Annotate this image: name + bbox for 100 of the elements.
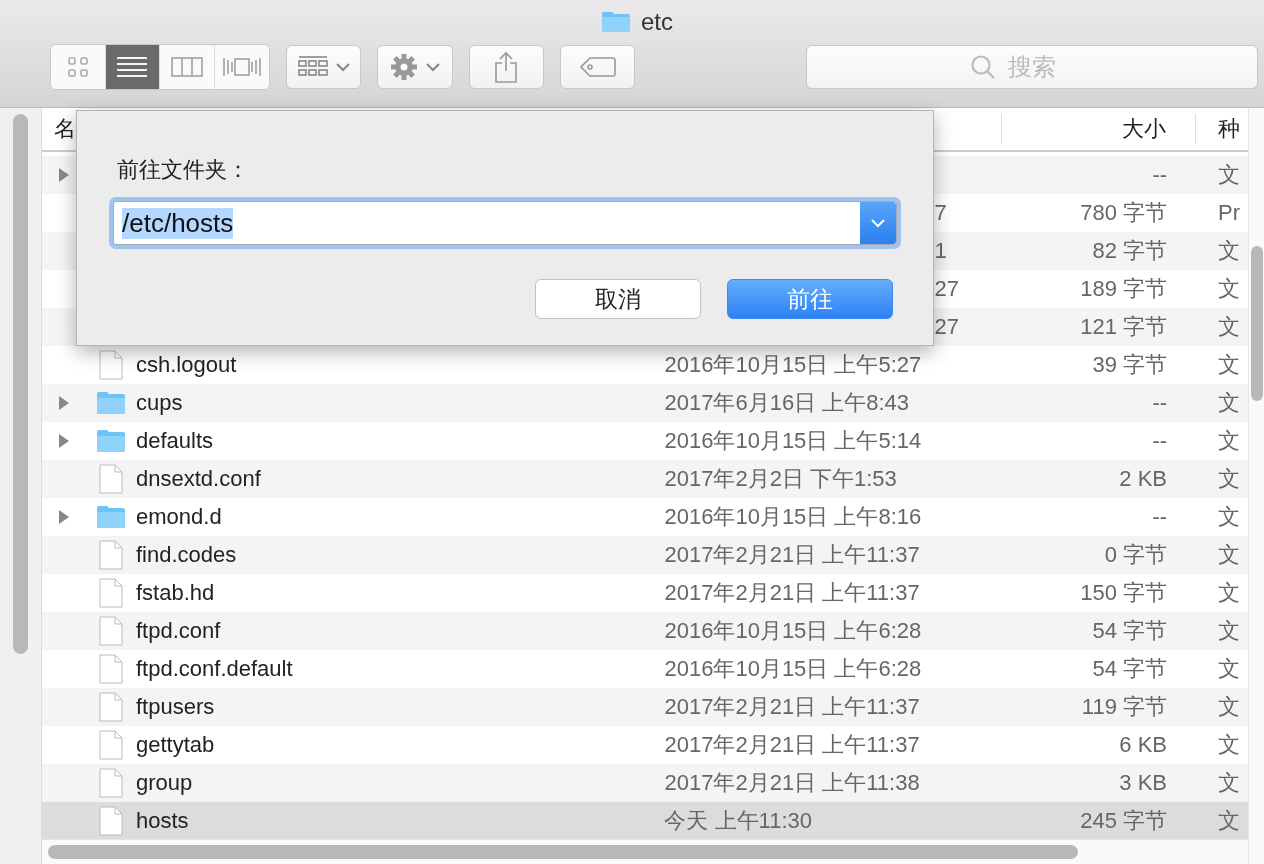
file-name: ftpd.conf.default bbox=[136, 656, 293, 682]
file-kind: 文 bbox=[1218, 807, 1241, 835]
disclosure-triangle-icon[interactable] bbox=[58, 167, 70, 183]
file-kind: 文 bbox=[1218, 769, 1241, 797]
columns-icon bbox=[170, 56, 203, 78]
file-kind: Pr bbox=[1218, 200, 1241, 226]
file-kind: 文 bbox=[1218, 541, 1241, 569]
file-row[interactable]: find.codes 2017年2月21日 上午11:37 0 字节 文 bbox=[42, 536, 1248, 574]
file-size: 54 字节 bbox=[1092, 655, 1168, 683]
document-icon bbox=[96, 578, 126, 608]
file-size: 39 字节 bbox=[1092, 351, 1168, 379]
file-size: 6 KB bbox=[1119, 732, 1168, 758]
file-size: 2 KB bbox=[1119, 466, 1168, 492]
gear-icon bbox=[390, 53, 418, 81]
file-name: ftpd.conf bbox=[136, 618, 221, 644]
file-row[interactable]: ftpd.conf.default 2016年10月15日 上午6:28 54 字节 文 bbox=[42, 650, 1248, 688]
document-icon bbox=[96, 540, 126, 570]
document-icon bbox=[96, 464, 126, 494]
scrollbar-thumb[interactable] bbox=[48, 845, 1078, 859]
file-kind: 文 bbox=[1218, 389, 1241, 417]
file-name: gettytab bbox=[136, 732, 215, 758]
file-name: fstab.hd bbox=[136, 580, 215, 606]
caret-icon bbox=[871, 218, 885, 228]
file-row[interactable]: fstab.hd 2017年2月21日 上午11:37 150 字节 文 bbox=[42, 574, 1248, 612]
date-modified: 27 bbox=[934, 314, 959, 340]
caret-icon bbox=[335, 62, 350, 72]
file-row[interactable]: defaults 2016年10月15日 上午5:14 -- 文 bbox=[42, 422, 1248, 460]
file-name: emond.d bbox=[136, 504, 222, 530]
file-kind: 文 bbox=[1218, 237, 1241, 265]
column-header[interactable]: 大小 bbox=[1002, 114, 1197, 144]
date-modified: 2016年10月15日 上午8:16 bbox=[664, 503, 922, 531]
disclosure-triangle-icon[interactable] bbox=[58, 433, 70, 449]
date-modified: 2017年2月2日 下午1:53 bbox=[664, 465, 897, 493]
tag-button[interactable] bbox=[560, 45, 636, 89]
file-size: -- bbox=[1152, 504, 1168, 530]
file-row[interactable]: gettytab 2017年2月21日 上午11:37 6 KB 文 bbox=[42, 726, 1248, 764]
file-kind: 文 bbox=[1218, 731, 1241, 759]
folder-icon bbox=[96, 391, 126, 415]
disclosure-triangle-icon[interactable] bbox=[58, 509, 70, 525]
grid-icon bbox=[66, 56, 89, 78]
file-kind: 文 bbox=[1218, 503, 1241, 531]
file-row[interactable]: csh.logout 2016年10月15日 上午5:27 39 字节 文 bbox=[42, 346, 1248, 384]
view-button[interactable] bbox=[105, 45, 160, 89]
file-row[interactable]: ftpusers 2017年2月21日 上午11:37 119 字节 文 bbox=[42, 688, 1248, 726]
document-icon bbox=[96, 692, 126, 722]
file-size: -- bbox=[1152, 162, 1168, 188]
file-row[interactable]: group 2017年2月21日 上午11:38 3 KB 文 bbox=[42, 764, 1248, 802]
file-name: find.codes bbox=[136, 542, 237, 568]
search-field[interactable]: 搜索 bbox=[806, 45, 1258, 89]
file-kind: 文 bbox=[1218, 465, 1241, 493]
date-modified: 2017年2月21日 上午11:37 bbox=[664, 541, 920, 569]
dropdown-button[interactable] bbox=[860, 202, 896, 244]
date-modified: 27 bbox=[934, 276, 959, 302]
search-icon bbox=[970, 54, 996, 80]
cover-flow-icon bbox=[222, 56, 261, 78]
file-size: 121 字节 bbox=[1080, 313, 1168, 341]
file-size: 0 字节 bbox=[1104, 541, 1168, 569]
file-kind: 文 bbox=[1218, 579, 1241, 607]
folder-icon bbox=[601, 11, 631, 33]
file-kind: 文 bbox=[1218, 427, 1241, 455]
share-icon bbox=[494, 51, 519, 83]
document-icon bbox=[96, 806, 126, 836]
action-button[interactable] bbox=[377, 45, 453, 89]
file-size: 780 字节 bbox=[1080, 199, 1168, 227]
share-button[interactable] bbox=[468, 45, 544, 89]
file-row[interactable]: emond.d 2016年10月15日 上午8:16 -- 文 bbox=[42, 498, 1248, 536]
window-title: etc bbox=[641, 8, 673, 36]
date-modified: 2017年2月21日 上午11:38 bbox=[664, 769, 920, 797]
file-kind: 文 bbox=[1218, 693, 1241, 721]
date-modified: 2016年10月15日 上午6:28 bbox=[664, 617, 922, 645]
document-icon bbox=[96, 730, 126, 760]
file-name: csh.logout bbox=[136, 352, 237, 378]
file-kind: 文 bbox=[1218, 313, 1241, 341]
date-modified: 7 bbox=[934, 200, 947, 226]
file-size: 189 字节 bbox=[1080, 275, 1168, 303]
file-size: -- bbox=[1152, 390, 1168, 416]
date-modified: 今天 上午11:30 bbox=[664, 807, 812, 835]
date-modified: 2016年10月15日 上午5:27 bbox=[664, 351, 922, 379]
date-modified: 2016年10月15日 上午5:14 bbox=[664, 427, 922, 455]
file-row[interactable]: ftpd.conf 2016年10月15日 上午6:28 54 字节 文 bbox=[42, 612, 1248, 650]
cancel-button[interactable]: 取消 bbox=[535, 279, 701, 319]
file-size: 245 字节 bbox=[1080, 807, 1168, 835]
file-size: 150 字节 bbox=[1080, 579, 1168, 607]
file-name: defaults bbox=[136, 428, 214, 454]
file-name: hosts bbox=[136, 808, 189, 834]
file-kind: 文 bbox=[1218, 161, 1241, 189]
file-row[interactable]: hosts 今天 上午11:30 245 字节 文 bbox=[42, 802, 1248, 839]
arrange-button[interactable] bbox=[286, 45, 362, 89]
file-kind: 文 bbox=[1218, 617, 1241, 645]
disclosure-triangle-icon[interactable] bbox=[58, 395, 70, 411]
file-kind: 文 bbox=[1218, 351, 1241, 379]
file-size: 3 KB bbox=[1119, 770, 1168, 796]
file-row[interactable]: cups 2017年6月16日 上午8:43 -- 文 bbox=[42, 384, 1248, 422]
file-row[interactable]: dnsextd.conf 2017年2月2日 下午1:53 2 KB 文 bbox=[42, 460, 1248, 498]
file-name: group bbox=[136, 770, 193, 796]
date-modified: 2016年10月15日 上午6:28 bbox=[664, 655, 922, 683]
scrollbar-thumb[interactable] bbox=[1250, 246, 1263, 401]
column-header[interactable]: 种 bbox=[1196, 108, 1248, 150]
folder-icon bbox=[96, 429, 126, 453]
scrollbar-thumb[interactable] bbox=[13, 114, 28, 654]
